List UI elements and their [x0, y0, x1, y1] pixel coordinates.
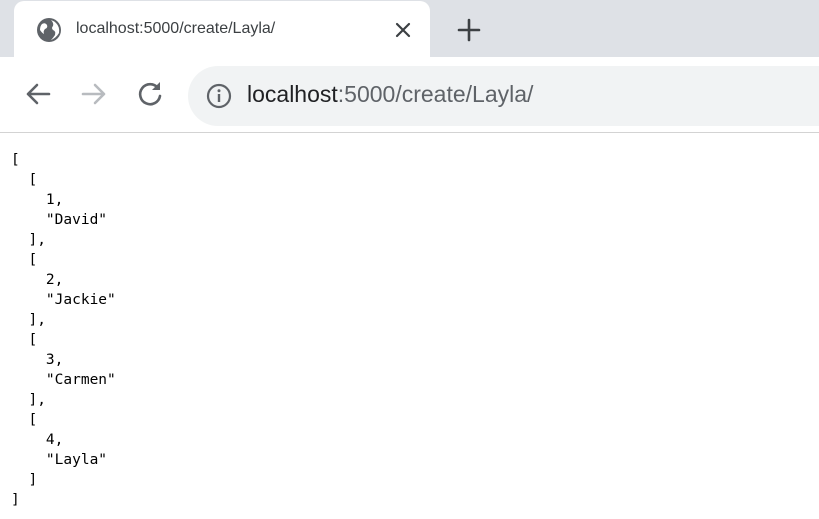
info-icon[interactable] [206, 83, 232, 109]
url-path: :5000/create/Layla/ [337, 81, 534, 107]
close-tab-button[interactable] [391, 18, 415, 42]
json-line: ] [11, 472, 38, 488]
browser-toolbar: localhost:5000/create/Layla/ [0, 57, 819, 133]
reload-button[interactable] [135, 79, 165, 109]
json-line: "Jackie" [11, 292, 116, 308]
json-line: 1, [11, 192, 64, 208]
json-line: [ [11, 332, 38, 348]
json-line: [ [11, 252, 38, 268]
json-line: [ [11, 412, 38, 428]
json-line: 2, [11, 272, 64, 288]
new-tab-button[interactable] [455, 16, 483, 44]
json-line: "Layla" [11, 452, 108, 468]
json-line: ] [11, 492, 20, 508]
json-line: ], [11, 232, 46, 248]
tab-strip: localhost:5000/create/Layla/ [0, 0, 819, 57]
tab-title: localhost:5000/create/Layla/ [76, 20, 276, 37]
json-line: "Carmen" [11, 372, 116, 388]
json-line: [ [11, 152, 20, 168]
forward-arrow-icon [81, 83, 106, 105]
url-text[interactable]: localhost:5000/create/Layla/ [247, 81, 533, 108]
json-line: 3, [11, 352, 64, 368]
close-icon [395, 22, 411, 38]
url-host: localhost [247, 81, 338, 107]
json-line: ], [11, 392, 46, 408]
json-line: [ [11, 172, 38, 188]
back-button[interactable] [23, 79, 53, 109]
globe-icon [37, 18, 61, 42]
reload-icon [138, 82, 162, 106]
forward-button[interactable] [79, 79, 109, 109]
json-line: ], [11, 312, 46, 328]
back-arrow-icon [26, 83, 51, 105]
address-bar[interactable]: localhost:5000/create/Layla/ [188, 66, 819, 126]
browser-tab[interactable]: localhost:5000/create/Layla/ [14, 1, 430, 57]
plus-icon [457, 18, 481, 42]
json-line: 4, [11, 432, 64, 448]
json-response: [ [ 1, "David" ], [ 2, "Jackie" ], [ 3, … [11, 150, 116, 510]
json-line: "David" [11, 212, 108, 228]
